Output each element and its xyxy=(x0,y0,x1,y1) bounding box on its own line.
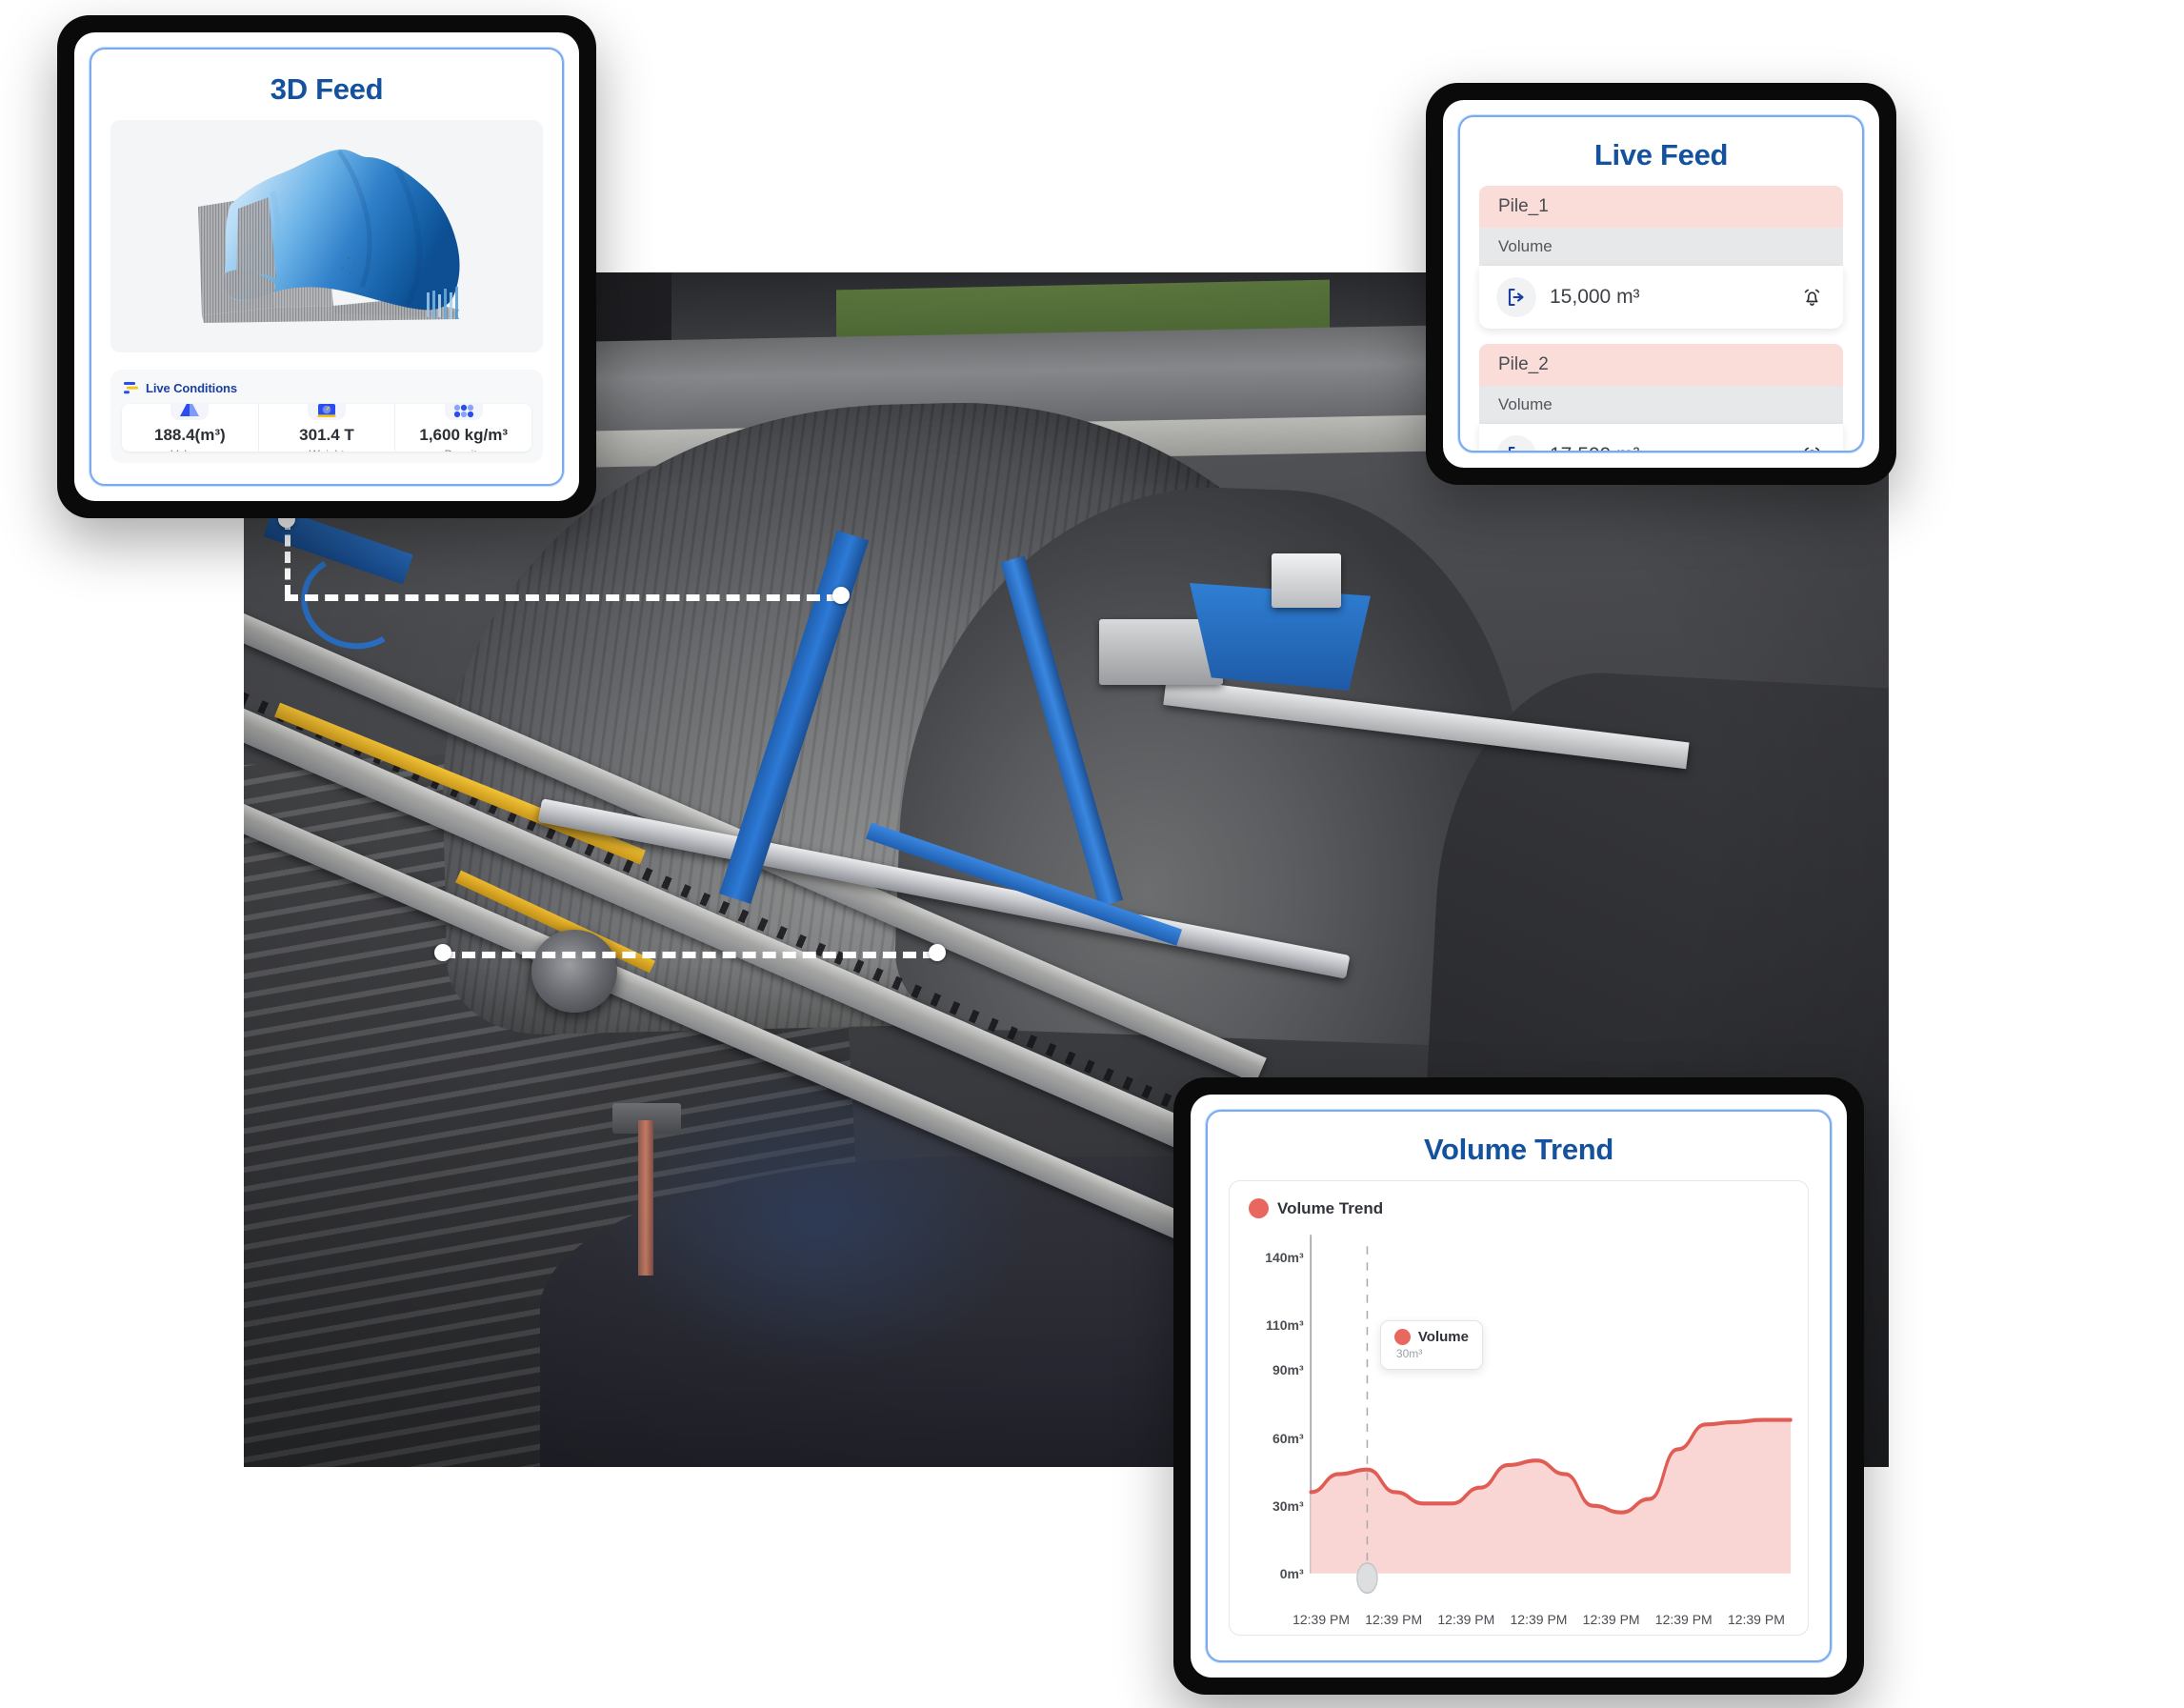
pile-value-row[interactable]: 17,500 m³ xyxy=(1479,424,1843,451)
live-feed-title: Live Feed xyxy=(1593,138,1729,171)
x-tick-label: 12:39 PM xyxy=(1437,1612,1495,1627)
pile-volume-value: 15,000 m³ xyxy=(1550,286,1640,308)
dot-grid-icon xyxy=(444,404,483,420)
x-tick-label: 12:39 PM xyxy=(1654,1612,1713,1627)
chart-legend: Volume Trend xyxy=(1243,1196,1793,1228)
legend-label: Volume Trend xyxy=(1277,1198,1384,1217)
bell-ring-icon[interactable] xyxy=(1797,283,1826,311)
screenshot-root: 3D Feed Live Conditions 188.4(m³) 301.4 … xyxy=(0,0,2184,1708)
y-tick-label: 30m³ xyxy=(1272,1497,1304,1514)
measurement-line-horizontal-bottom[interactable] xyxy=(442,952,936,958)
three-d-feed-card: 3D Feed Live Conditions 188.4(m³) 301.4 … xyxy=(90,48,564,486)
pile-block-2: Pile_2 Volume 17,500 m³ xyxy=(1479,344,1843,451)
x-axis-tick-labels: 12:39 PM 12:39 PM 12:39 PM 12:39 PM 12:39 PM… xyxy=(1243,1608,1793,1627)
point-cloud-mesh xyxy=(198,149,460,323)
tooltip-series-name: Volume xyxy=(1417,1329,1469,1346)
metric-label: Volume xyxy=(170,448,209,452)
tooltip-value: 30m³ xyxy=(1395,1347,1423,1361)
y-tick-label: 110m³ xyxy=(1265,1317,1304,1334)
pile-name: Pile_2 xyxy=(1479,344,1843,386)
live-conditions-panel: Live Conditions 188.4(m³) Volume xyxy=(110,370,543,463)
x-tick-label: 12:39 PM xyxy=(1727,1612,1785,1627)
measurement-handle-c[interactable] xyxy=(434,944,451,961)
volume-trend-title: Volume Trend xyxy=(1423,1133,1614,1166)
export-icon[interactable] xyxy=(1496,435,1536,451)
y-tick-label: 0m³ xyxy=(1279,1565,1304,1581)
metric-tile-weight[interactable]: 301.4 T Weight xyxy=(259,404,396,452)
metric-tile-density[interactable]: 1,600 kg/m³ Density xyxy=(395,404,531,452)
metric-value: 301.4 T xyxy=(299,425,354,444)
metric-label: Density xyxy=(445,448,483,452)
three-d-feed-window: 3D Feed Live Conditions 188.4(m³) 301.4 … xyxy=(57,15,596,518)
metric-value: 188.4(m³) xyxy=(154,425,226,444)
x-tick-label: 12:39 PM xyxy=(1510,1612,1568,1627)
volume-trend-card: Volume Trend Volume Trend 140m³ 110m³ 90… xyxy=(1206,1110,1832,1662)
metric-value: 1,600 kg/m³ xyxy=(419,425,508,444)
tooltip-swatch-icon xyxy=(1393,1329,1411,1346)
bars-icon xyxy=(124,382,138,394)
pile-metric-label: Volume xyxy=(1479,228,1843,266)
y-tick-label: 140m³ xyxy=(1265,1249,1304,1265)
scale-icon xyxy=(308,404,346,420)
pile-name: Pile_1 xyxy=(1479,186,1843,228)
area-chart-svg xyxy=(1309,1235,1793,1595)
pyramid-icon xyxy=(170,404,210,420)
three-d-mesh-viewport[interactable] xyxy=(110,120,543,352)
three-d-feed-title: 3D Feed xyxy=(270,72,384,106)
pile-block-1: Pile_1 Volume 15,000 m³ xyxy=(1479,186,1843,329)
pile-value-row[interactable]: 15,000 m³ xyxy=(1479,266,1843,329)
y-tick-label: 60m³ xyxy=(1272,1430,1304,1446)
metric-tile-volume[interactable]: 188.4(m³) Volume xyxy=(122,404,259,452)
metric-label: Weight xyxy=(309,448,344,452)
volume-trend-chart[interactable]: Volume Trend 140m³ 110m³ 90m³ 60m³ 30m³ … xyxy=(1229,1180,1809,1636)
plot-area[interactable]: 140m³ 110m³ 90m³ 60m³ 30m³ 0m³ Volume 30m³ xyxy=(1243,1228,1793,1608)
live-conditions-label: Live Conditions xyxy=(146,381,238,395)
measurement-handle-d[interactable] xyxy=(929,944,946,961)
y-tick-label: 90m³ xyxy=(1272,1362,1304,1378)
bell-ring-icon[interactable] xyxy=(1797,441,1826,451)
volume-trend-window-inner: Volume Trend Volume Trend 140m³ 110m³ 90… xyxy=(1191,1095,1847,1678)
x-tick-label: 12:39 PM xyxy=(1582,1612,1640,1627)
volume-trend-window: Volume Trend Volume Trend 140m³ 110m³ 90… xyxy=(1173,1077,1864,1695)
measurement-line-vertical[interactable] xyxy=(285,518,291,596)
pile-metric-label: Volume xyxy=(1479,386,1843,424)
pile-volume-value: 17,500 m³ xyxy=(1550,444,1784,451)
live-conditions-header: Live Conditions xyxy=(122,379,531,404)
three-d-feed-window-inner: 3D Feed Live Conditions 188.4(m³) 301.4 … xyxy=(74,32,579,501)
live-conditions-tiles: 188.4(m³) Volume xyxy=(122,404,531,452)
tooltip-series-row: Volume xyxy=(1393,1329,1469,1346)
live-feed-card: Live Feed Pile_1 Volume 15,000 m³ Pile_2… xyxy=(1458,115,1864,452)
export-icon[interactable] xyxy=(1496,277,1536,317)
chart-tooltip: Volume 30m³ xyxy=(1379,1320,1483,1371)
x-tick-label: 12:39 PM xyxy=(1365,1612,1423,1627)
live-feed-window: Live Feed Pile_1 Volume 15,000 m³ Pile_2… xyxy=(1426,83,1896,485)
measurement-handle-b[interactable] xyxy=(832,587,850,604)
measurement-line-horizontal-top[interactable] xyxy=(285,594,840,601)
x-tick-label: 12:39 PM xyxy=(1292,1612,1351,1627)
legend-swatch-icon xyxy=(1249,1198,1269,1218)
live-feed-window-inner: Live Feed Pile_1 Volume 15,000 m³ Pile_2… xyxy=(1443,100,1879,468)
